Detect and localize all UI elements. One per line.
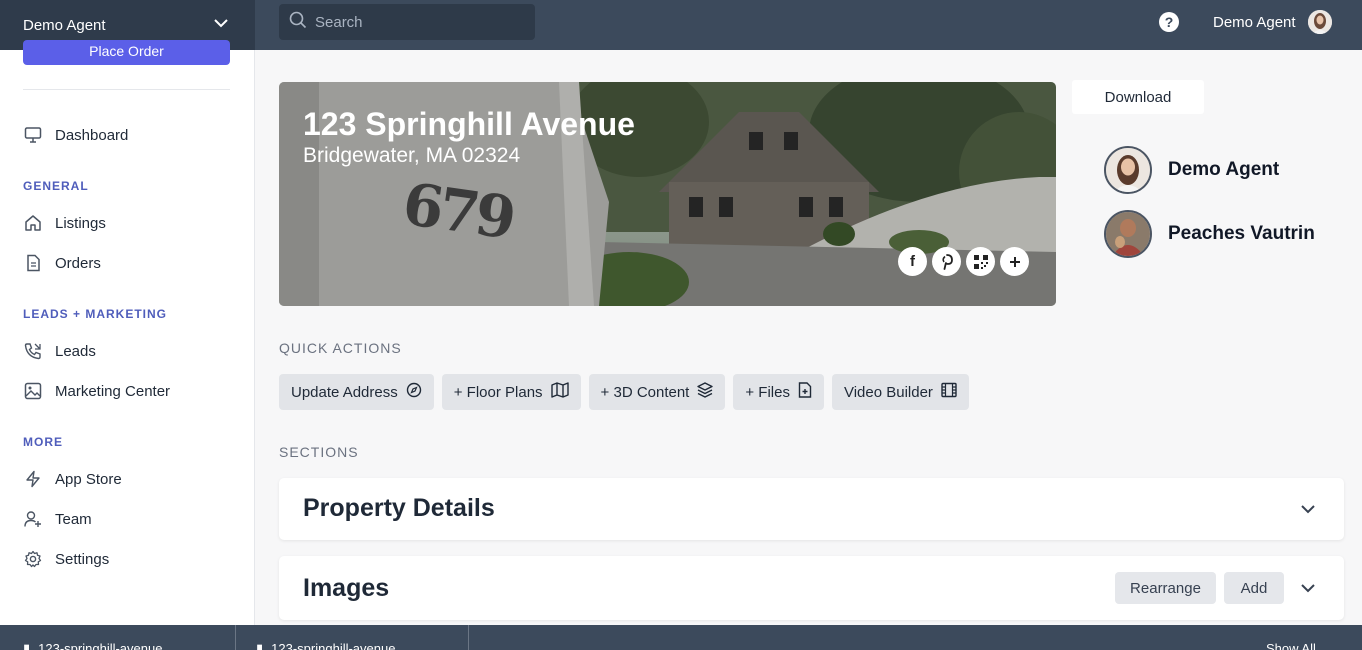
- sidebar-item-settings[interactable]: Settings: [23, 547, 109, 571]
- add-image-button[interactable]: Add: [1224, 572, 1284, 604]
- sidebar-item-label: Dashboard: [55, 126, 129, 144]
- sidebar-item-dashboard[interactable]: Dashboard: [23, 123, 128, 147]
- chevron-down-icon: [213, 15, 229, 35]
- pinterest-icon[interactable]: [932, 247, 961, 276]
- downloads-bar: ▮ 123-springhill-avenue... ▮ 123-springh…: [0, 625, 1362, 650]
- download-item[interactable]: ▮ 123-springhill-avenue...: [3, 625, 236, 650]
- listing-hero-image: 679 123 Springhill Avenue Bridgewater, M…: [279, 82, 1056, 306]
- download-button[interactable]: Download: [1072, 80, 1204, 114]
- search-icon: [289, 11, 307, 34]
- section-label-leads-marketing: LEADS + MARKETING: [23, 307, 168, 321]
- sidebar-item-label: Settings: [55, 550, 110, 568]
- search-box[interactable]: [279, 4, 535, 40]
- file-plus-icon: [798, 382, 812, 402]
- button-label: + Files: [745, 383, 790, 401]
- sidebar-item-label: Marketing Center: [55, 382, 171, 400]
- avatar: [1104, 146, 1152, 194]
- home-icon: [23, 213, 43, 233]
- sidebar-item-label: Listings: [55, 214, 106, 232]
- rearrange-button[interactable]: Rearrange: [1115, 572, 1216, 604]
- button-label: + Floor Plans: [453, 383, 543, 401]
- sidebar-item-listings[interactable]: Listings: [23, 211, 106, 235]
- document-icon: [23, 253, 43, 273]
- quick-actions-row: Update Address + Floor Plans + 3D Conten…: [279, 374, 969, 410]
- sidebar-item-label: Orders: [55, 254, 101, 272]
- place-order-button[interactable]: Place Order: [23, 40, 230, 65]
- sidebar-item-leads[interactable]: Leads: [23, 339, 96, 363]
- map-icon: [550, 382, 569, 402]
- download-item[interactable]: ▮ 123-springhill-avenue...: [236, 625, 469, 650]
- agent-name: Peaches Vautrin: [1168, 223, 1315, 244]
- facebook-icon[interactable]: f: [898, 247, 927, 276]
- gear-icon: [23, 549, 43, 569]
- compass-icon: [406, 382, 422, 402]
- file-icon: ▮: [23, 641, 31, 650]
- agent-name: Demo Agent: [1168, 159, 1280, 180]
- agent-card[interactable]: Peaches Vautrin: [1104, 210, 1315, 258]
- sidebar-item-orders[interactable]: Orders: [23, 251, 101, 275]
- show-all-button[interactable]: Show All: [1266, 641, 1316, 650]
- sidebar-item-label: App Store: [55, 470, 122, 488]
- button-label: Video Builder: [843, 383, 933, 401]
- qr-code-icon[interactable]: [966, 247, 995, 276]
- sections-heading: SECTIONS: [279, 444, 359, 460]
- images-section[interactable]: Images Rearrange Add: [279, 556, 1344, 620]
- sidebar-item-app-store[interactable]: App Store: [23, 467, 122, 491]
- layers-icon: [697, 382, 714, 402]
- section-label-general: GENERAL: [23, 179, 89, 193]
- divider: [23, 89, 230, 90]
- update-address-button[interactable]: Update Address: [279, 374, 434, 410]
- monitor-icon: [23, 125, 43, 145]
- account-name: Demo Agent: [23, 16, 106, 34]
- quick-actions-heading: QUICK ACTIONS: [279, 340, 402, 356]
- section-label-more: MORE: [23, 435, 63, 449]
- add-3d-content-button[interactable]: + 3D Content: [588, 374, 726, 410]
- avatar[interactable]: [1308, 10, 1332, 34]
- sidebar-item-team[interactable]: Team: [23, 507, 92, 531]
- listing-city: Bridgewater, MA 02324: [303, 144, 521, 167]
- add-files-button[interactable]: + Files: [733, 374, 824, 410]
- search-input[interactable]: [315, 13, 515, 31]
- lightning-icon: [23, 469, 43, 489]
- chevron-down-icon[interactable]: [1300, 501, 1316, 522]
- sidebar: Place Order Dashboard GENERAL Listings O…: [0, 40, 255, 625]
- button-label: Update Address: [291, 383, 398, 401]
- user-plus-icon: [23, 509, 43, 529]
- sidebar-item-marketing-center[interactable]: Marketing Center: [23, 379, 170, 403]
- plus-icon[interactable]: [1000, 247, 1029, 276]
- file-icon: ▮: [256, 641, 264, 650]
- download-filename: 123-springhill-avenue...: [38, 641, 174, 650]
- avatar: [1104, 210, 1152, 258]
- help-icon[interactable]: ?: [1159, 12, 1179, 32]
- image-icon: [23, 381, 43, 401]
- film-icon: [941, 382, 957, 402]
- add-floor-plans-button[interactable]: + Floor Plans: [441, 374, 581, 410]
- listing-address: 123 Springhill Avenue: [303, 106, 635, 142]
- sidebar-item-label: Leads: [55, 342, 96, 360]
- agent-card[interactable]: Demo Agent: [1104, 146, 1279, 194]
- phone-icon: [23, 341, 43, 361]
- section-title: Images: [303, 574, 390, 602]
- chevron-down-icon[interactable]: [1300, 580, 1316, 601]
- user-name[interactable]: Demo Agent: [1213, 14, 1296, 31]
- sidebar-item-label: Team: [55, 510, 92, 528]
- section-title: Property Details: [303, 494, 495, 522]
- download-filename: 123-springhill-avenue...: [271, 641, 407, 650]
- video-builder-button[interactable]: Video Builder: [831, 374, 969, 410]
- button-label: + 3D Content: [600, 383, 690, 401]
- property-details-section[interactable]: Property Details: [279, 478, 1344, 540]
